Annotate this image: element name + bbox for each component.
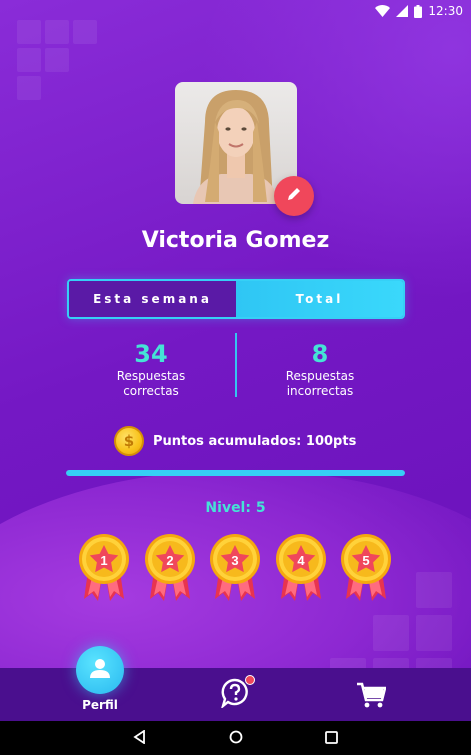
back-icon[interactable] (133, 728, 147, 748)
nav-cart[interactable] (356, 681, 387, 713)
status-bar: 12:30 (0, 0, 471, 22)
incorrect-answers-count: 8 (311, 340, 329, 368)
cart-icon[interactable] (356, 681, 387, 713)
user-icon (88, 656, 112, 684)
decor-tile (17, 20, 41, 44)
cell-signal-icon (396, 5, 409, 17)
decor-tile (416, 615, 452, 651)
help-icon[interactable] (220, 675, 255, 712)
wifi-icon (375, 5, 391, 17)
nav-help[interactable] (220, 675, 255, 712)
correct-answers-stat: 34 Respuestas correctas (71, 340, 231, 398)
medal-level-4: 4 (275, 533, 327, 603)
profile-screen: 12:30 Victoria Gomez Esta semana Total 3… (0, 0, 471, 755)
incorrect-answers-label-line1: Respuestas (285, 369, 355, 383)
level-progress-fill (66, 470, 405, 476)
status-time: 12:30 (428, 4, 463, 18)
incorrect-answers-label-line2: incorrectas (286, 384, 354, 398)
medal-level-5: 5 (340, 533, 392, 603)
tab-this-week[interactable]: Esta semana (69, 281, 236, 317)
medal-level-2: 2 (144, 533, 196, 603)
system-nav-bar (0, 721, 471, 755)
decor-tile (17, 76, 41, 100)
decor-tile (416, 572, 452, 608)
decor-tile (45, 48, 69, 72)
decor-tile (17, 48, 41, 72)
nav-profile-label: Perfil (82, 698, 118, 712)
incorrect-answers-stat: 8 Respuestas incorrectas (240, 340, 400, 398)
accumulated-points-text: Puntos acumulados: 100pts (153, 433, 357, 449)
correct-answers-count: 34 (134, 340, 168, 368)
coin-icon: $ (114, 426, 144, 456)
level-progress-bar (66, 470, 405, 476)
nav-profile-button[interactable] (76, 646, 124, 694)
nav-profile[interactable]: Perfil (76, 646, 124, 712)
notification-badge (245, 675, 255, 685)
decor-tile (73, 20, 97, 44)
accumulated-points: $ Puntos acumulados: 100pts (114, 426, 356, 456)
medal-number: 5 (362, 553, 369, 568)
tab-total[interactable]: Total (236, 281, 403, 317)
level-label: Nivel: 5 (205, 500, 266, 516)
battery-icon (414, 4, 423, 18)
medal-level-3: 3 (209, 533, 261, 603)
correct-answers-label-line2: correctas (123, 384, 179, 398)
recents-icon[interactable] (325, 729, 338, 748)
stats-divider (235, 333, 237, 397)
decor-tile (373, 615, 409, 651)
medal-number: 1 (100, 553, 107, 568)
user-name: Victoria Gomez (141, 228, 330, 253)
pencil-icon (286, 186, 302, 206)
medals-row: 1 2 3 4 5 (78, 533, 398, 603)
medal-number: 4 (297, 553, 305, 568)
correct-answers-label-line1: Respuestas (116, 369, 186, 383)
edit-profile-button[interactable] (274, 176, 314, 216)
medal-number: 2 (166, 553, 173, 568)
medal-number: 3 (231, 553, 238, 568)
decor-tile (45, 20, 69, 44)
period-tabs: Esta semana Total (67, 279, 405, 319)
home-icon[interactable] (229, 729, 243, 748)
medal-level-1: 1 (78, 533, 130, 603)
